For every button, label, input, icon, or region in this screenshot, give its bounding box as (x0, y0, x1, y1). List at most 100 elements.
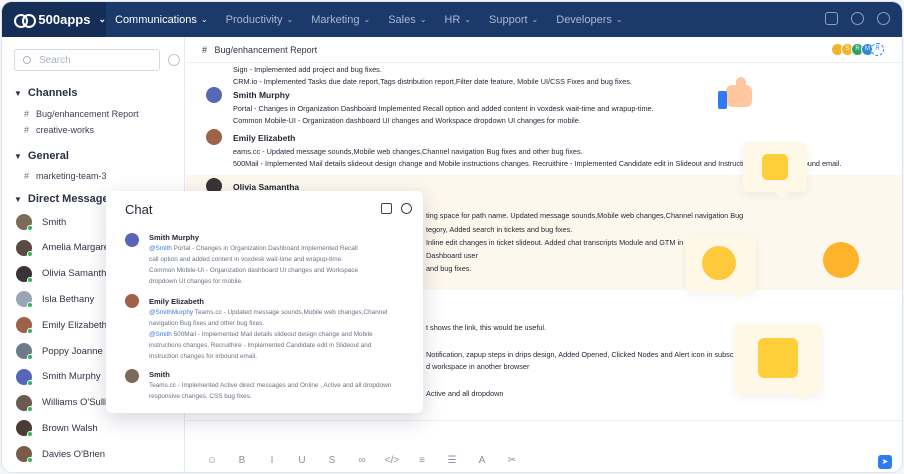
nav-menu-productivity[interactable]: Productivity ⌄ (217, 2, 303, 37)
chat-message-text: call option and added content in voxdesk… (149, 256, 343, 263)
chat-message-line: Instruction changes for inbound email. (149, 353, 257, 360)
help-icon[interactable] (851, 12, 864, 25)
online-status-icon (27, 302, 33, 309)
message-text: d workspace in another browser (426, 362, 530, 371)
settings-icon[interactable] (877, 12, 890, 25)
avatar (16, 420, 33, 438)
emoji-card (734, 324, 822, 402)
dm-name: Smith Murphy (42, 371, 101, 383)
message-text: Common Mobile-UI - Organization dashboar… (233, 116, 581, 125)
channel-label: marketing-team-3 (36, 171, 107, 181)
sidebar-item-bug-enhancement-report[interactable]: # Bug/enhancement Report (24, 109, 139, 119)
sidebar-item-dm[interactable]: Poppy Joanne (16, 343, 103, 360)
nav-menu-developers[interactable]: Developers ⌄ (547, 2, 631, 37)
chat-message-line: call option and added content in voxdesk… (149, 256, 343, 263)
app-switcher[interactable]: 500apps ⌄ (2, 2, 106, 37)
italic-icon[interactable]: I (264, 455, 280, 466)
channel-members[interactable]: S R M R (831, 43, 884, 56)
dm-name: Amelia Margaret (42, 242, 112, 254)
dm-name: Smith (42, 216, 67, 228)
nav-menu-label: Productivity (225, 13, 283, 26)
online-status-icon (27, 457, 33, 464)
nav-icon-group (825, 12, 890, 25)
chat-message-author: Emily Elizabeth (149, 297, 205, 306)
general-title: General (27, 150, 69, 162)
caret-down-icon: ▼ (14, 88, 22, 98)
sidebar-item-dm[interactable]: Emily Elizabeth (16, 317, 107, 335)
bubble-tail (731, 292, 745, 300)
sidebar-item-dm[interactable]: Davies O'Brien (16, 446, 105, 464)
underline-icon[interactable]: U (294, 455, 310, 466)
message-text: CRM.io - Implemented Tasks due date repo… (233, 77, 632, 86)
bold-icon[interactable]: B (234, 455, 250, 466)
chevron-down-icon: ⌄ (531, 15, 539, 24)
chat-message-line: dropdown UI changes for mobile. (149, 278, 243, 285)
sidebar-item-dm[interactable]: Amelia Margaret (16, 239, 112, 257)
chat-message-text: Teams.cc - Implemented Active direct mes… (149, 382, 392, 389)
text-color-icon[interactable]: A (474, 455, 490, 466)
message-text: tegory, Added search in tickets and bug … (426, 225, 573, 234)
dm-name: Isla Bethany (42, 293, 95, 305)
send-button[interactable]: ➤ (878, 455, 892, 469)
code-icon[interactable]: </> (384, 455, 400, 466)
ordered-list-icon[interactable]: ≡ (414, 455, 430, 466)
chat-message-line: Common Mobile-UI - Organization dashboar… (149, 267, 358, 274)
message-text: Active and all dropdown (426, 389, 504, 398)
nav-menu-label: Marketing (311, 13, 360, 26)
chat-message-text: dropdown UI changes for mobile. (149, 278, 243, 285)
avatar (16, 368, 33, 386)
nav-menu-communications[interactable]: Communications ⌄ (106, 2, 217, 37)
nav-menu-support[interactable]: Support ⌄ (480, 2, 547, 37)
channel-header: # Bug/enhancement Report S R M R (186, 37, 902, 63)
nav-menu-hr[interactable]: HR ⌄ (435, 2, 480, 37)
video-call-icon[interactable] (381, 203, 392, 214)
user-mention[interactable]: @Smith (149, 331, 172, 338)
link-icon[interactable]: ∞ (354, 455, 370, 466)
sidebar-item-creative-works[interactable]: # creative-works (24, 125, 94, 135)
direct-messages-section-toggle[interactable]: ▼ Direct Messages (14, 193, 115, 205)
channel-title: Bug/enhancement Report (214, 45, 318, 55)
message-text: t shows the link, this would be useful. (426, 323, 547, 332)
emoji-icon[interactable]: ☺ (204, 455, 220, 466)
apps-grid-icon[interactable] (825, 12, 838, 25)
message-text: ting space for path name. Updated messag… (426, 211, 744, 220)
avatar (125, 369, 139, 383)
thumbs-up-icon (714, 77, 758, 109)
sidebar-item-dm[interactable]: Smith Murphy (16, 368, 101, 386)
online-status-icon (27, 405, 33, 412)
sidebar-item-marketing-team-3[interactable]: # marketing-team-3 (24, 171, 107, 181)
bubble-tail (794, 394, 808, 402)
caret-down-icon: ▼ (14, 194, 22, 204)
attachment-icon[interactable]: ✂ (504, 455, 520, 466)
online-status-icon (27, 354, 33, 360)
avatar (16, 239, 33, 257)
strikethrough-icon[interactable]: S (324, 455, 340, 466)
chat-message-text: Teams.cc - Updated message sounds,Mobile… (193, 309, 388, 316)
avatar (16, 343, 33, 360)
search-input[interactable]: Search (14, 49, 160, 71)
gear-icon[interactable] (168, 54, 180, 66)
chat-title: Chat (125, 202, 153, 217)
bubble-tail (775, 192, 789, 200)
nav-menu-sales[interactable]: Sales ⌄ (379, 2, 435, 37)
bullet-list-icon[interactable]: ☰ (444, 455, 460, 466)
nav-menu-marketing[interactable]: Marketing ⌄ (302, 2, 379, 37)
sidebar-item-dm[interactable]: Brown Walsh (16, 420, 98, 438)
search-placeholder: Search (39, 55, 71, 66)
channels-section-toggle[interactable]: ▼ Channels (14, 87, 77, 99)
sidebar-item-dm[interactable]: Smith (16, 214, 67, 231)
chat-message-text: 500Mail - Implemented Mail details slide… (171, 331, 373, 338)
dm-name: Emily Elizabeth (42, 319, 107, 331)
message-author: Emily Elizabeth (233, 133, 296, 143)
info-icon[interactable] (401, 203, 412, 214)
app-name: 500apps (38, 12, 91, 27)
chat-message-text: Common Mobile-UI - Organization dashboar… (149, 267, 359, 274)
user-mention[interactable]: @SmithMurphy (149, 309, 193, 316)
user-mention[interactable]: @Smith (149, 245, 172, 252)
search-icon (23, 56, 31, 64)
sidebar-item-dm[interactable]: Olivia Samantha (16, 265, 112, 283)
general-section-toggle[interactable]: ▼ General (14, 150, 69, 162)
nav-menu-label: Developers (556, 13, 612, 26)
chat-message-text: Instruction changes for inbound email. (149, 353, 257, 360)
sidebar-item-dm[interactable]: Isla Bethany (16, 291, 95, 309)
